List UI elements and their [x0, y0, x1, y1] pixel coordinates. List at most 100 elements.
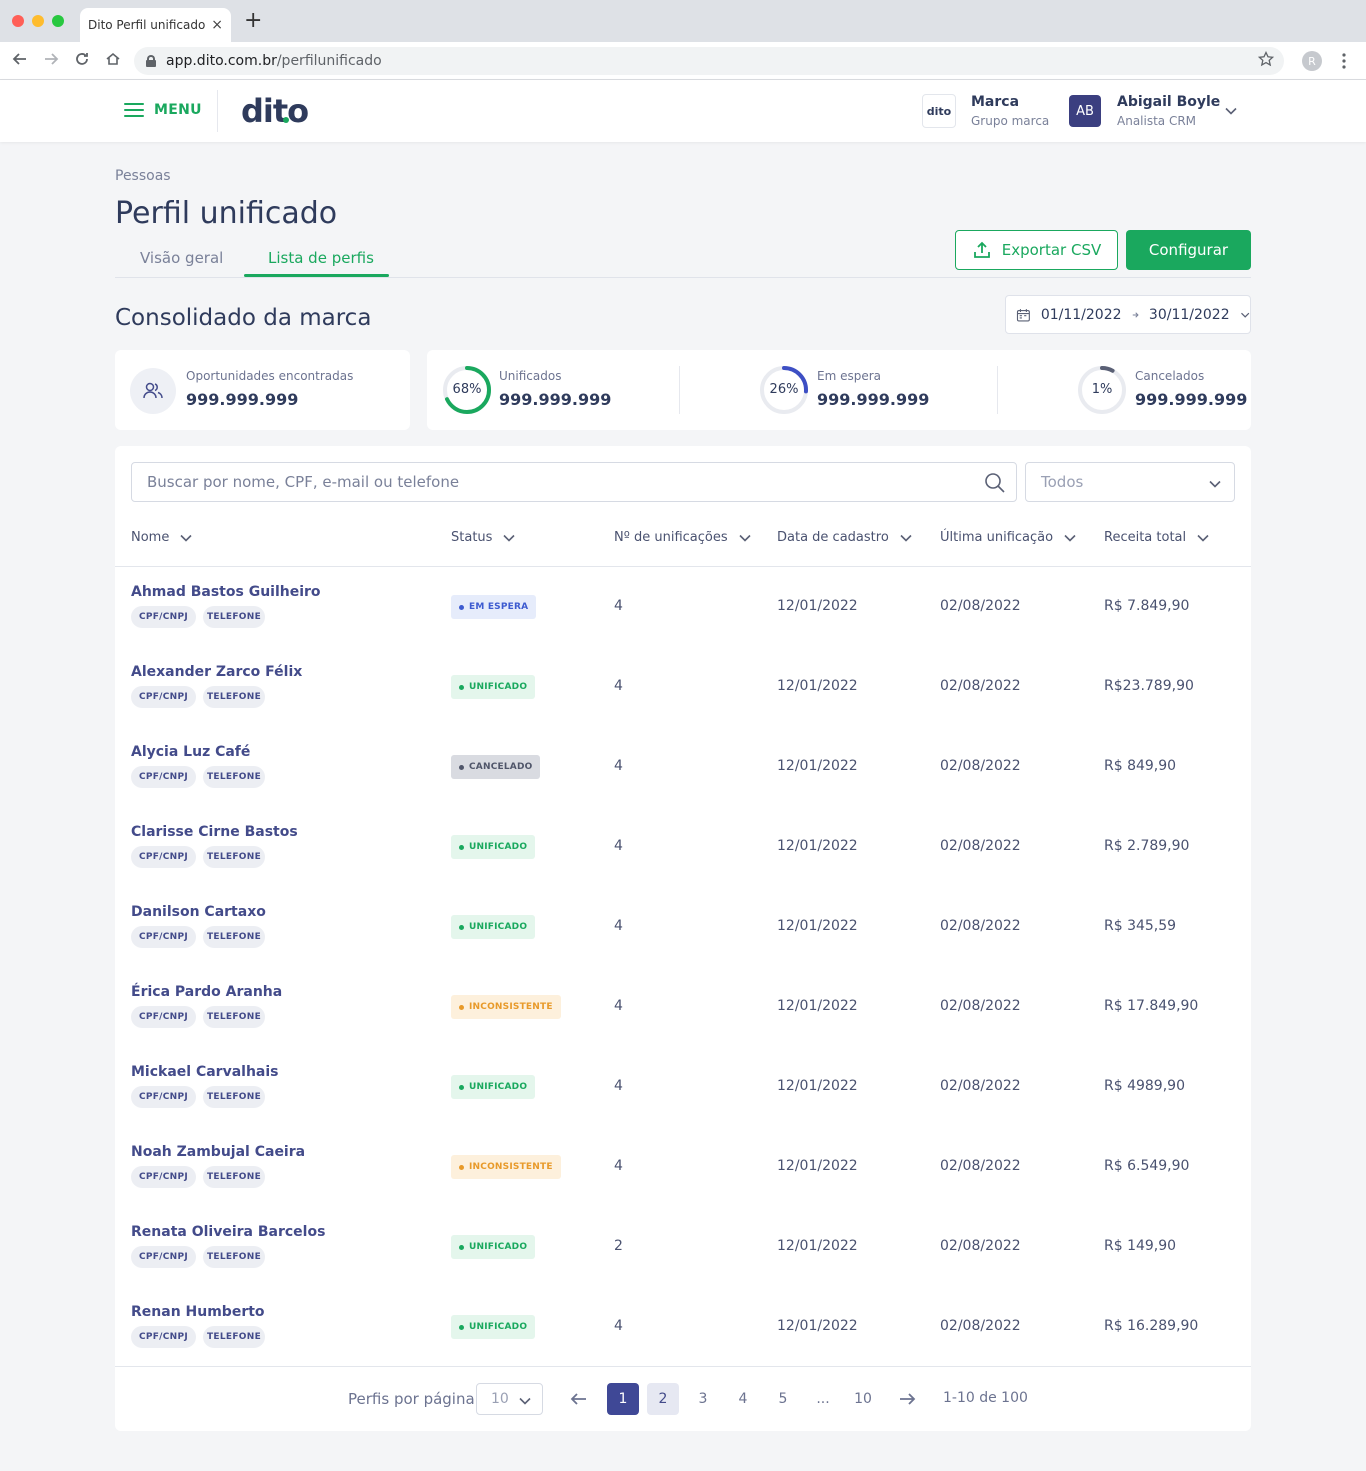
minimize-window-button[interactable] — [32, 15, 44, 27]
user-name: Abigail Boyle — [1117, 94, 1221, 110]
configure-button[interactable]: Configurar — [1126, 230, 1251, 270]
page-button-4[interactable]: 4 — [727, 1383, 759, 1415]
page-button-3[interactable]: 3 — [687, 1383, 719, 1415]
header-divider — [115, 566, 1251, 567]
sort-header-col-status[interactable]: Status — [451, 530, 516, 545]
breadcrumb[interactable]: Pessoas — [115, 168, 171, 184]
status-badge: UNIFICADO — [451, 1315, 536, 1339]
home-icon[interactable] — [105, 51, 121, 67]
profile-name-link[interactable]: Renata Oliveira Barcelos — [131, 1224, 325, 1240]
cpf-tag: CPF/CNPJ — [131, 1246, 196, 1268]
table-row[interactable]: Clarisse Cirne Bastos CPF/CNPJ TELEFONE UNI… — [115, 824, 1251, 904]
sort-header-col-unificacoes[interactable]: Nº de unificações — [614, 530, 752, 545]
chevron-down-icon — [900, 534, 912, 542]
pagination-ellipsis: ... — [816, 1391, 830, 1407]
close-window-button[interactable] — [12, 15, 24, 27]
table-row[interactable]: Noah Zambujal Caeira CPF/CNPJ TELEFONE INCO… — [115, 1144, 1251, 1224]
search-input[interactable]: Buscar por nome, CPF, e-mail ou telefone — [131, 462, 1017, 502]
status-badge: UNIFICADO — [451, 1075, 536, 1099]
page-button-10[interactable]: 10 — [847, 1383, 879, 1415]
page-button-5[interactable]: 5 — [767, 1383, 799, 1415]
maximize-window-button[interactable] — [52, 15, 64, 27]
cpf-tag: CPF/CNPJ — [131, 1006, 196, 1028]
table-row[interactable]: Renan Humberto CPF/CNPJ TELEFONE UNIFICADO 4… — [115, 1304, 1251, 1384]
sort-header-col-nome[interactable]: Nome — [131, 530, 193, 545]
reload-icon[interactable] — [74, 51, 90, 67]
page-button-1[interactable]: 1 — [607, 1383, 639, 1415]
cpf-tag: CPF/CNPJ — [131, 1326, 196, 1348]
menu-button[interactable]: MENU — [124, 102, 202, 118]
column-label: Nome — [131, 530, 170, 545]
sort-header-col-data-cadastro[interactable]: Data de cadastro — [777, 530, 913, 545]
phone-tag: TELEFONE — [203, 766, 265, 788]
export-csv-button[interactable]: Exportar CSV — [955, 230, 1118, 270]
date-end: 30/11/2022 — [1148, 306, 1230, 323]
forward-arrow-icon[interactable] — [43, 51, 59, 67]
total-revenue: R$ 2.789,90 — [1104, 838, 1190, 854]
close-icon[interactable]: × — [211, 17, 223, 33]
browser-profile-avatar[interactable]: R — [1302, 51, 1322, 71]
date-range-picker[interactable]: 01/11/2022 30/11/2022 — [1005, 295, 1251, 334]
per-page-select[interactable]: 10 — [476, 1383, 543, 1415]
last-unification-date: 02/08/2022 — [940, 678, 1021, 694]
profile-name-link[interactable]: Alycia Luz Café — [131, 744, 250, 760]
canceled-value: 999.999.999 — [1135, 390, 1248, 409]
sort-header-col-ultima-unificacao[interactable]: Última unificação — [940, 530, 1077, 545]
cpf-tag: CPF/CNPJ — [131, 766, 196, 788]
cpf-tag: CPF/CNPJ — [131, 846, 196, 868]
sort-header-col-receita-total[interactable]: Receita total — [1104, 530, 1210, 545]
waiting-label: Em espera — [817, 369, 882, 383]
date-start: 01/11/2022 — [1040, 306, 1122, 323]
dito-logo[interactable]: dito — [241, 92, 309, 130]
column-label: Receita total — [1104, 530, 1187, 545]
table-row[interactable]: Ahmad Bastos Guilheiro CPF/CNPJ TELEFONE EM… — [115, 584, 1251, 664]
table-row[interactable]: Alexander Zarco Félix CPF/CNPJ TELEFONE UNI… — [115, 664, 1251, 744]
chevron-down-icon — [1064, 534, 1076, 542]
unified-percent: 68% — [452, 382, 482, 397]
profile-name-link[interactable]: Clarisse Cirne Bastos — [131, 824, 298, 840]
table-row[interactable]: Érica Pardo Aranha CPF/CNPJ TELEFONE INCONS… — [115, 984, 1251, 1064]
unifications-count: 4 — [614, 1158, 623, 1174]
created-date: 12/01/2022 — [777, 678, 858, 694]
page-button-2[interactable]: 2 — [647, 1383, 679, 1415]
last-unification-date: 02/08/2022 — [940, 998, 1021, 1014]
profile-name-link[interactable]: Alexander Zarco Félix — [131, 664, 302, 680]
active-tab-indicator — [244, 274, 389, 277]
star-icon[interactable] — [1258, 51, 1274, 67]
user-avatar[interactable]: AB — [1069, 95, 1101, 127]
back-arrow-icon[interactable] — [12, 51, 28, 67]
logo-dot — [283, 117, 289, 123]
status-badge: EM ESPERA — [451, 595, 537, 619]
url-field[interactable]: app.dito.com.br/perfilunificado — [134, 47, 1284, 75]
new-tab-button[interactable]: + — [244, 10, 262, 32]
profile-name-link[interactable]: Danilson Cartaxo — [131, 904, 266, 920]
search-icon[interactable] — [984, 472, 1006, 494]
created-date: 12/01/2022 — [777, 598, 858, 614]
export-csv-label: Exportar CSV — [1001, 241, 1102, 259]
profile-name-link[interactable]: Noah Zambujal Caeira — [131, 1144, 305, 1160]
status-badge: UNIFICADO — [451, 835, 536, 859]
table-row[interactable]: Mickael Carvalhais CPF/CNPJ TELEFONE UNIFIC… — [115, 1064, 1251, 1144]
prev-page-arrow-icon[interactable] — [563, 1383, 595, 1415]
canceled-percent: 1% — [1091, 382, 1113, 397]
table-row[interactable]: Danilson Cartaxo CPF/CNPJ TELEFONE UNIFICAD… — [115, 904, 1251, 984]
profile-name-link[interactable]: Érica Pardo Aranha — [131, 984, 282, 1000]
phone-tag: TELEFONE — [203, 686, 265, 708]
last-unification-date: 02/08/2022 — [940, 758, 1021, 774]
search-placeholder: Buscar por nome, CPF, e-mail ou telefone — [147, 473, 460, 491]
status-filter-select[interactable]: Todos — [1025, 462, 1235, 502]
profile-name-link[interactable]: Ahmad Bastos Guilheiro — [131, 584, 321, 600]
total-revenue: R$ 849,90 — [1104, 758, 1177, 774]
next-page-arrow-icon[interactable] — [891, 1383, 923, 1415]
more-options-icon[interactable] — [1342, 53, 1346, 69]
chevron-down-icon[interactable] — [1224, 104, 1238, 118]
browser-address-bar: app.dito.com.br/perfilunificado — [0, 42, 1366, 80]
tab-lista-de-perfis[interactable]: Lista de perfis — [268, 249, 374, 267]
browser-tab[interactable]: Dito Perfil unificado × — [80, 8, 231, 42]
table-row[interactable]: Alycia Luz Café CPF/CNPJ TELEFONE CANCELADO… — [115, 744, 1251, 824]
phone-tag: TELEFONE — [203, 1166, 265, 1188]
table-row[interactable]: Renata Oliveira Barcelos CPF/CNPJ TELEFONE… — [115, 1224, 1251, 1304]
profile-name-link[interactable]: Mickael Carvalhais — [131, 1064, 279, 1080]
profile-name-link[interactable]: Renan Humberto — [131, 1304, 265, 1320]
tab-visao-geral[interactable]: Visão geral — [140, 249, 223, 267]
